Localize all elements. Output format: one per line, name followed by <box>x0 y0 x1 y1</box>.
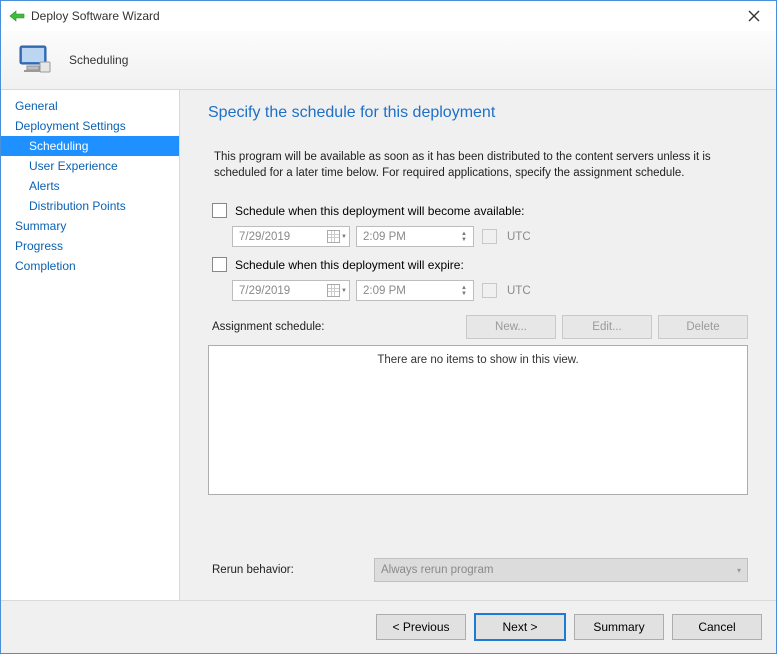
app-arrow-icon <box>9 8 25 24</box>
sidebar-item-user-experience[interactable]: User Experience <box>1 156 179 176</box>
rerun-behavior-value: Always rerun program <box>381 564 493 576</box>
expire-utc-label: UTC <box>507 285 531 297</box>
expire-time-value: 2:09 PM <box>363 285 406 297</box>
close-button[interactable] <box>731 1 776 31</box>
expire-utc-checkbox[interactable] <box>482 283 497 298</box>
available-date-field[interactable]: 7/29/2019 ▼ <box>232 226 350 247</box>
available-date-value: 7/29/2019 <box>239 231 290 243</box>
spinner-icon: ▲▼ <box>457 285 471 297</box>
expire-checkbox-label: Schedule when this deployment will expir… <box>235 258 464 272</box>
available-time-value: 2:09 PM <box>363 231 406 243</box>
cancel-button[interactable]: Cancel <box>672 614 762 640</box>
rerun-behavior-select[interactable]: Always rerun program ▾ <box>374 558 748 582</box>
close-icon <box>748 10 760 22</box>
assignment-list[interactable]: There are no items to show in this view. <box>208 345 748 495</box>
expire-row: Schedule when this deployment will expir… <box>208 257 748 272</box>
sidebar: General Deployment Settings Scheduling U… <box>1 90 180 600</box>
instructions-text: This program will be available as soon a… <box>208 150 748 181</box>
next-button[interactable]: Next > <box>474 613 566 641</box>
titlebar: Deploy Software Wizard <box>1 1 776 31</box>
calendar-dropdown-icon: ▼ <box>327 230 347 243</box>
wizard-window: Deploy Software Wizard Scheduling Genera… <box>0 0 777 654</box>
empty-list-text: There are no items to show in this view. <box>377 354 578 366</box>
summary-button[interactable]: Summary <box>574 614 664 640</box>
sidebar-item-deployment-settings[interactable]: Deployment Settings <box>1 116 179 136</box>
monitor-icon <box>15 40 55 80</box>
header-step-title: Scheduling <box>69 53 128 67</box>
rerun-behavior-label: Rerun behavior: <box>208 564 362 576</box>
delete-button[interactable]: Delete <box>658 315 748 339</box>
page-heading: Specify the schedule for this deployment <box>208 104 748 122</box>
sidebar-item-alerts[interactable]: Alerts <box>1 176 179 196</box>
available-row: Schedule when this deployment will becom… <box>208 203 748 218</box>
expire-date-field[interactable]: 7/29/2019 ▼ <box>232 280 350 301</box>
wizard-header: Scheduling <box>1 31 776 90</box>
chevron-down-icon: ▾ <box>737 566 741 575</box>
main-panel: Specify the schedule for this deployment… <box>180 90 776 600</box>
available-time-field[interactable]: 2:09 PM ▲▼ <box>356 226 474 247</box>
available-checkbox[interactable] <box>212 203 227 218</box>
calendar-dropdown-icon: ▼ <box>327 284 347 297</box>
expire-time-field[interactable]: 2:09 PM ▲▼ <box>356 280 474 301</box>
sidebar-item-distribution-points[interactable]: Distribution Points <box>1 196 179 216</box>
titlebar-title: Deploy Software Wizard <box>31 9 160 23</box>
previous-button[interactable]: < Previous <box>376 614 466 640</box>
sidebar-item-progress[interactable]: Progress <box>1 236 179 256</box>
sidebar-item-scheduling[interactable]: Scheduling <box>1 136 179 156</box>
edit-button[interactable]: Edit... <box>562 315 652 339</box>
available-utc-checkbox[interactable] <box>482 229 497 244</box>
assignment-schedule-label: Assignment schedule: <box>212 321 325 333</box>
new-button[interactable]: New... <box>466 315 556 339</box>
spinner-icon: ▲▼ <box>457 231 471 243</box>
sidebar-item-completion[interactable]: Completion <box>1 256 179 276</box>
expire-date-value: 7/29/2019 <box>239 285 290 297</box>
available-utc-label: UTC <box>507 231 531 243</box>
sidebar-item-summary[interactable]: Summary <box>1 216 179 236</box>
expire-checkbox[interactable] <box>212 257 227 272</box>
footer: < Previous Next > Summary Cancel <box>1 600 776 653</box>
available-checkbox-label: Schedule when this deployment will becom… <box>235 204 525 218</box>
sidebar-item-general[interactable]: General <box>1 96 179 116</box>
